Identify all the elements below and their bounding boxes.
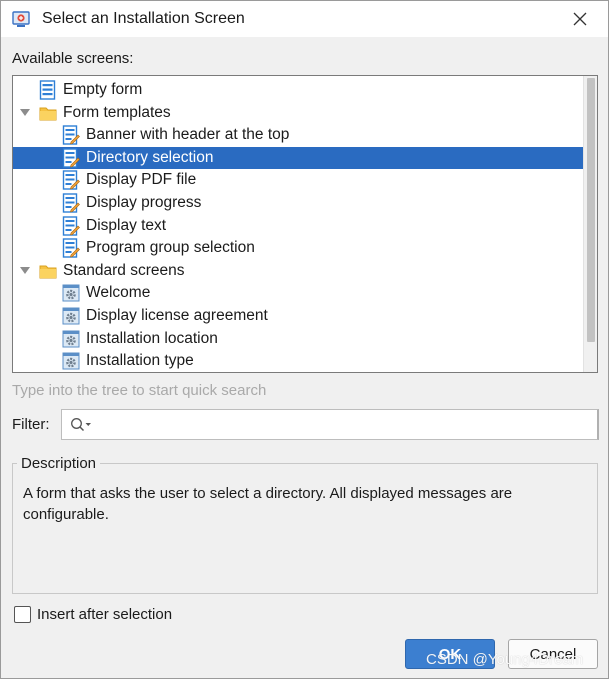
- form-template-icon: [62, 148, 80, 168]
- expand-arrow-icon[interactable]: [19, 107, 31, 119]
- tree-item-program-group-selection[interactable]: Program group selection: [13, 237, 584, 259]
- close-button[interactable]: [564, 5, 596, 33]
- scrollbar-thumb[interactable]: [587, 78, 595, 342]
- tree-item-label: Empty form: [63, 81, 143, 98]
- folder-icon: [39, 103, 57, 123]
- tree-item-display-pdf-file[interactable]: Display PDF file: [13, 169, 584, 191]
- tree-item-label: Form templates: [63, 103, 171, 121]
- tree-item-installation-location[interactable]: Installation location: [13, 328, 584, 350]
- gear-screen-icon: [62, 351, 80, 371]
- gear-screen-icon: [62, 306, 80, 326]
- description-group: Description A form that asks the user to…: [12, 455, 598, 594]
- tree-item-installation-type[interactable]: Installation type: [13, 350, 584, 372]
- filter-input[interactable]: [96, 414, 586, 436]
- tree-item-label: Display PDF file: [86, 171, 197, 189]
- tree-item-label: Welcome: [86, 284, 151, 302]
- form-icon: [39, 80, 57, 100]
- description-legend: Description: [17, 455, 101, 472]
- tree-item-label: Display progress: [86, 194, 202, 211]
- tree-item-label: Program group selection: [86, 239, 255, 257]
- cancel-button[interactable]: Cancel: [508, 639, 598, 669]
- form-template-icon: [62, 193, 80, 213]
- description-text: A form that asks the user to select a di…: [23, 485, 513, 523]
- ok-button[interactable]: OK: [405, 639, 495, 669]
- gear-screen-icon: [62, 283, 80, 303]
- form-template-icon: [62, 215, 80, 236]
- form-template-icon: [62, 238, 80, 258]
- quick-search-hint: Type into the tree to start quick search: [12, 382, 267, 399]
- folder-icon: [39, 261, 57, 281]
- close-icon: [573, 12, 587, 26]
- tree-item-banner-with-header-at-the-top[interactable]: Banner with header at the top: [13, 124, 584, 146]
- installer-app-icon: [12, 11, 30, 27]
- tree-item-label: Banner with header at the top: [86, 126, 290, 144]
- tree-item-display-license-agreement[interactable]: Display license agreement: [13, 305, 584, 327]
- tree-item-empty-form[interactable]: Empty form: [13, 79, 584, 101]
- tree-item-standard-screens[interactable]: Standard screens: [13, 260, 584, 282]
- form-template-icon: [62, 125, 80, 145]
- screens-tree[interactable]: Empty form Form templates Banner with head…: [12, 75, 598, 373]
- filter-field[interactable]: [61, 409, 599, 440]
- tree-item-label: Directory selection: [86, 148, 214, 166]
- insert-after-label[interactable]: Insert after selection: [37, 606, 172, 623]
- tree-item-welcome[interactable]: Welcome: [13, 282, 584, 304]
- tree-item-label: Display license agreement: [86, 307, 268, 324]
- filter-label: Filter:: [12, 416, 50, 433]
- tree-item-display-text[interactable]: Display text: [13, 215, 584, 237]
- form-template-icon: [62, 170, 80, 191]
- tree-item-label: Standard screens: [63, 261, 185, 279]
- tree-item-directory-selection[interactable]: Directory selection: [13, 146, 584, 169]
- available-screens-label: Available screens:: [12, 50, 134, 67]
- insert-after-option[interactable]: Insert after selection: [14, 606, 172, 623]
- tree-item-label: Installation location: [86, 329, 218, 347]
- tree-item-label: Installation type: [86, 352, 194, 370]
- tree-item-label: Display text: [86, 216, 167, 234]
- search-icon[interactable]: [70, 417, 94, 433]
- tree-item-form-templates[interactable]: Form templates: [13, 102, 584, 124]
- tree-scrollbar[interactable]: [583, 76, 597, 372]
- gear-screen-icon: [62, 329, 80, 349]
- title-bar: Select an Installation Screen: [1, 1, 608, 37]
- dialog-title: Select an Installation Screen: [42, 10, 245, 27]
- expand-arrow-icon[interactable]: [19, 265, 31, 277]
- dialog-window: Select an Installation Screen Available …: [0, 0, 609, 679]
- insert-after-checkbox[interactable]: [14, 606, 31, 623]
- tree-item-display-progress[interactable]: Display progress: [13, 192, 584, 214]
